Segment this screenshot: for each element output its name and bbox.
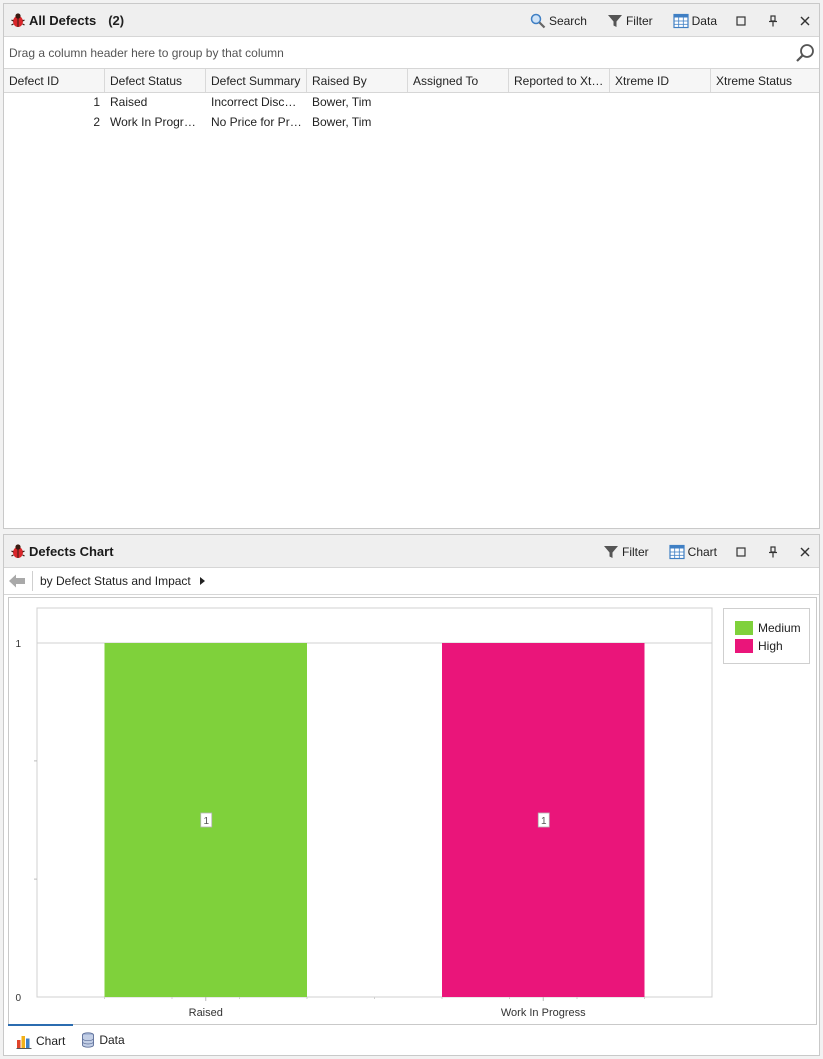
cell-raised-by: Bower, Tim xyxy=(312,115,372,129)
cell-defect-status: Raised xyxy=(110,95,148,109)
search-label: Search xyxy=(548,13,587,28)
close-button[interactable] xyxy=(797,13,813,29)
cell-xtreme-id xyxy=(610,93,711,113)
cell-reported-to-xtreme xyxy=(509,113,610,133)
table-row[interactable]: 1 Raised Incorrect Discou… Bower, Tim xyxy=(4,93,819,113)
cell-xtreme-status xyxy=(711,113,819,133)
chart-titlebar: Defects Chart Filter Chart xyxy=(4,535,819,568)
cell-raised-by: Bower, Tim xyxy=(312,95,372,109)
group-by-bar[interactable]: Drag a column header here to group by th… xyxy=(4,37,819,69)
defects-chart-panel: Defects Chart Filter Chart by Defect Sta… xyxy=(3,534,820,1056)
y-tick-label: 0 xyxy=(15,993,21,1004)
filter-label: Filter xyxy=(621,544,649,559)
cell-assigned-to xyxy=(408,113,509,133)
tab-data-label: Data xyxy=(99,1032,125,1047)
x-tick-label: Work In Progress xyxy=(501,1007,586,1019)
chevron-right-icon[interactable] xyxy=(199,574,206,588)
cell-defect-summary: Incorrect Discou… xyxy=(211,95,307,109)
x-tick-label: Raised xyxy=(189,1007,223,1019)
y-tick-label: 1 xyxy=(15,639,21,650)
group-hint: Drag a column header here to group by th… xyxy=(9,45,284,60)
chart-nav-bar: by Defect Status and Impact xyxy=(4,568,819,595)
legend-item-high: High xyxy=(735,637,809,655)
cell-xtreme-status xyxy=(711,93,819,113)
find-icon[interactable] xyxy=(795,43,815,66)
data-label: Data xyxy=(691,13,717,28)
bug-icon xyxy=(10,543,26,559)
chart-area: 0 1 1 Raised 1 Work In Progress Medium High xyxy=(8,597,817,1025)
maximize-icon xyxy=(736,546,746,557)
pin-button[interactable] xyxy=(765,13,781,29)
data-button[interactable]: Data xyxy=(673,13,717,29)
cell-reported-to-xtreme xyxy=(509,93,610,113)
legend-swatch-high xyxy=(735,639,753,653)
chart-button[interactable]: Chart xyxy=(669,544,717,560)
legend-item-medium: Medium xyxy=(735,619,809,637)
search-button[interactable]: Search xyxy=(530,13,587,29)
filter-button[interactable]: Filter xyxy=(607,13,653,29)
filter-icon xyxy=(607,14,622,27)
back-arrow-icon xyxy=(9,574,25,588)
tab-chart-label: Chart xyxy=(36,1033,66,1048)
cell-defect-id: 2 xyxy=(93,115,100,129)
grid-header: Defect ID Defect Status Defect Summary R… xyxy=(4,69,819,93)
chart-legend: Medium High xyxy=(723,608,810,664)
table-icon xyxy=(673,13,689,28)
pin-icon xyxy=(769,545,777,557)
cell-defect-id: 1 xyxy=(93,95,100,109)
maximize-icon xyxy=(736,15,746,26)
column-header-assigned-to[interactable]: Assigned To xyxy=(408,69,509,92)
column-header-defect-status[interactable]: Defect Status xyxy=(105,69,206,92)
cell-xtreme-id xyxy=(610,113,711,133)
chart-toolbar: Filter Chart xyxy=(583,535,813,568)
pin-icon xyxy=(769,14,777,26)
column-header-defect-summary[interactable]: Defect Summary xyxy=(206,69,307,92)
close-icon xyxy=(800,547,810,556)
column-header-raised-by[interactable]: Raised By xyxy=(307,69,408,92)
data-label: 1 xyxy=(203,816,209,827)
all-defects-titlebar: All Defects (2) Search Filter Data xyxy=(4,4,819,37)
table-row[interactable]: 2 Work In Progress No Price for Prod… Bo… xyxy=(4,113,819,133)
panel-title: All Defects xyxy=(29,12,97,28)
data-label: 1 xyxy=(541,816,547,827)
defects-toolbar: Search Filter Data xyxy=(510,4,813,37)
chart-tab-bar: Chart Data xyxy=(4,1024,819,1055)
maximize-button[interactable] xyxy=(733,544,749,560)
cell-defect-status: Work In Progress xyxy=(110,115,203,129)
pin-button[interactable] xyxy=(765,544,781,560)
defect-count: (2) xyxy=(108,12,125,28)
legend-label-high: High xyxy=(758,639,783,653)
table-icon xyxy=(669,544,685,559)
legend-label-medium: Medium xyxy=(758,621,801,635)
filter-button[interactable]: Filter xyxy=(603,544,649,560)
search-icon xyxy=(530,13,546,28)
panel-title: Defects Chart xyxy=(29,543,114,559)
close-icon xyxy=(800,16,810,25)
column-header-defect-id[interactable]: Defect ID xyxy=(4,69,105,92)
database-icon xyxy=(82,1031,95,1048)
tab-chart[interactable]: Chart xyxy=(8,1024,74,1055)
tab-data[interactable]: Data xyxy=(73,1024,132,1055)
legend-swatch-medium xyxy=(735,621,753,635)
bar-chart: 0 1 1 Raised 1 Work In Progress xyxy=(15,607,713,1019)
bug-icon xyxy=(10,12,26,28)
breadcrumb[interactable]: by Defect Status and Impact xyxy=(40,574,191,588)
cell-assigned-to xyxy=(408,93,509,113)
column-header-xtreme-id[interactable]: Xtreme ID xyxy=(610,69,711,92)
close-button[interactable] xyxy=(797,544,813,560)
filter-icon xyxy=(603,545,618,558)
chart-label: Chart xyxy=(687,544,717,559)
column-header-reported-to-xtreme[interactable]: Reported to Xtr… xyxy=(509,69,610,92)
column-header-xtreme-status[interactable]: Xtreme Status xyxy=(711,69,819,92)
filter-label: Filter xyxy=(625,13,653,28)
back-button[interactable] xyxy=(7,571,27,591)
all-defects-panel: All Defects (2) Search Filter Data Drag … xyxy=(3,3,820,529)
bar-chart-icon xyxy=(16,1035,32,1049)
maximize-button[interactable] xyxy=(733,13,749,29)
nav-separator xyxy=(32,571,33,591)
cell-defect-summary: No Price for Prod… xyxy=(211,115,307,129)
